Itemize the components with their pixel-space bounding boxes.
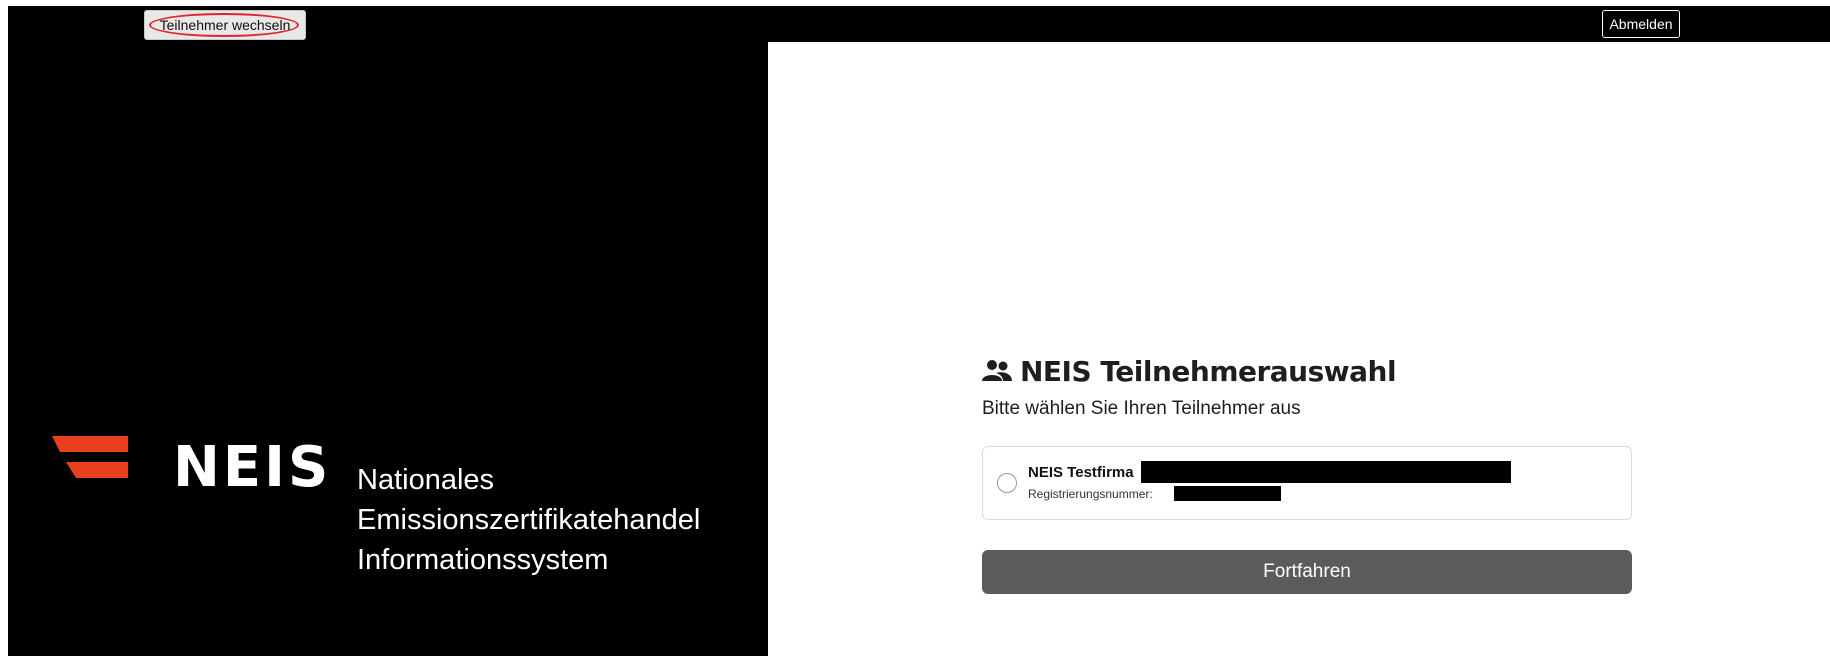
participant-option[interactable]: NEIS Testfirma Registrierungsnummer:: [982, 446, 1632, 520]
switch-participant-label: Teilnehmer wechseln: [159, 17, 291, 33]
neis-logo-mark: [52, 436, 128, 478]
brand-subtitle-line-1: Nationales: [357, 464, 495, 496]
brand-subtitle: Nationales Emissionszertifikatehandel In…: [357, 460, 700, 580]
switch-participant-button[interactable]: Teilnehmer wechseln: [144, 10, 306, 40]
users-icon: [982, 360, 1012, 381]
redaction-bar: [1174, 486, 1281, 501]
app-frame: Teilnehmer wechseln Abmelden NEIS Nation…: [8, 6, 1830, 656]
page-title: NEIS Teilnehmerauswahl: [1020, 354, 1397, 388]
participant-radio[interactable]: [997, 473, 1017, 493]
participant-name: NEIS Testfirma: [1028, 464, 1134, 481]
top-bar: Teilnehmer wechseln Abmelden: [8, 6, 1830, 42]
brand-panel: NEIS Nationales Emissionszertifikatehand…: [8, 42, 768, 656]
brand-name: NEIS: [173, 435, 332, 500]
page-subtitle: Bitte wählen Sie Ihren Teilnehmer aus: [982, 398, 1301, 419]
brand-subtitle-line-3: Informationssystem: [357, 544, 609, 576]
participant-selection: NEIS Teilnehmerauswahl Bitte wählen Sie …: [982, 354, 1632, 594]
redaction-bar: [1141, 461, 1511, 483]
page-title-row: NEIS Teilnehmerauswahl: [982, 354, 1632, 388]
continue-button[interactable]: Fortfahren: [982, 550, 1632, 594]
registration-number-label: Registrierungsnummer:: [1028, 487, 1153, 501]
brand-subtitle-line-2: Emissionszertifikatehandel: [357, 504, 701, 536]
logout-button[interactable]: Abmelden: [1602, 10, 1680, 38]
